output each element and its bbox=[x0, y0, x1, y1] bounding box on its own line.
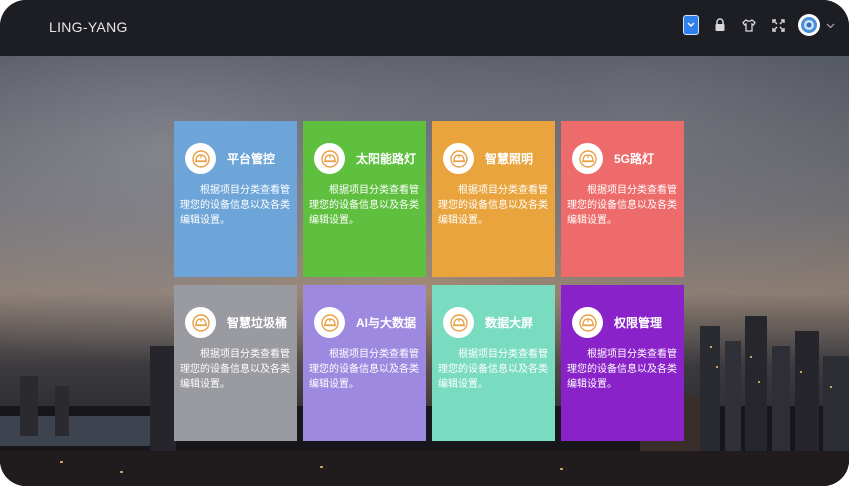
helmet-icon bbox=[314, 143, 345, 174]
avatar[interactable] bbox=[798, 14, 820, 36]
screen-icon[interactable] bbox=[681, 15, 701, 35]
brand-logo-text[interactable]: LING-YANG bbox=[49, 19, 128, 35]
chevron-down-icon[interactable] bbox=[826, 16, 835, 34]
tile-description: 根据项目分类查看管理您的设备信息以及各类编辑设置。 bbox=[309, 185, 419, 226]
fullscreen-icon[interactable] bbox=[768, 15, 788, 35]
tile-description: 根据项目分类查看管理您的设备信息以及各类编辑设置。 bbox=[438, 185, 548, 226]
tile-title: 权限管理 bbox=[614, 316, 663, 330]
shirt-icon[interactable] bbox=[739, 15, 759, 35]
tile-platform-control[interactable]: 平台管控 根据项目分类查看管理您的设备信息以及各类编辑设置。 bbox=[174, 121, 297, 277]
city-background: 平台管控 根据项目分类查看管理您的设备信息以及各类编辑设置。 太阳能路灯 根据项… bbox=[0, 56, 849, 486]
helmet-icon bbox=[185, 143, 216, 174]
helmet-icon bbox=[572, 307, 603, 338]
tile-solar-street-light[interactable]: 太阳能路灯 根据项目分类查看管理您的设备信息以及各类编辑设置。 bbox=[303, 121, 426, 277]
tile-description: 根据项目分类查看管理您的设备信息以及各类编辑设置。 bbox=[438, 349, 548, 390]
tile-smart-trash-bin[interactable]: 智慧垃圾桶 根据项目分类查看管理您的设备信息以及各类编辑设置。 bbox=[174, 285, 297, 441]
tile-title: 5G路灯 bbox=[614, 152, 655, 166]
tile-data-screen[interactable]: 数据大屏 根据项目分类查看管理您的设备信息以及各类编辑设置。 bbox=[432, 285, 555, 441]
tile-smart-lighting[interactable]: 智慧照明 根据项目分类查看管理您的设备信息以及各类编辑设置。 bbox=[432, 121, 555, 277]
tile-title: AI与大数据 bbox=[356, 316, 417, 330]
helmet-icon bbox=[572, 143, 603, 174]
tile-title: 平台管控 bbox=[227, 152, 276, 166]
tile-description: 根据项目分类查看管理您的设备信息以及各类编辑设置。 bbox=[180, 349, 290, 390]
tile-description: 根据项目分类查看管理您的设备信息以及各类编辑设置。 bbox=[567, 185, 677, 226]
tile-title: 太阳能路灯 bbox=[356, 152, 417, 166]
tile-ai-big-data[interactable]: AI与大数据 根据项目分类查看管理您的设备信息以及各类编辑设置。 bbox=[303, 285, 426, 441]
header-tools bbox=[672, 14, 835, 36]
tile-description: 根据项目分类查看管理您的设备信息以及各类编辑设置。 bbox=[309, 349, 419, 390]
tile-description: 根据项目分类查看管理您的设备信息以及各类编辑设置。 bbox=[180, 185, 290, 226]
tile-permission-management[interactable]: 权限管理 根据项目分类查看管理您的设备信息以及各类编辑设置。 bbox=[561, 285, 684, 441]
lock-icon[interactable] bbox=[710, 15, 730, 35]
tile-title: 数据大屏 bbox=[485, 316, 534, 330]
tile-5g-street-light[interactable]: 5G路灯 根据项目分类查看管理您的设备信息以及各类编辑设置。 bbox=[561, 121, 684, 277]
helmet-icon bbox=[314, 307, 345, 338]
tile-title: 智慧照明 bbox=[485, 152, 534, 166]
helmet-icon bbox=[185, 307, 216, 338]
app-window: LING-YANG 平台管控 根据项目分类查看管理您的设备信息以及各类编辑设置。… bbox=[0, 0, 849, 486]
helmet-icon bbox=[443, 307, 474, 338]
top-bar: LING-YANG bbox=[0, 0, 849, 56]
helmet-icon bbox=[443, 143, 474, 174]
tile-title: 智慧垃圾桶 bbox=[227, 316, 288, 330]
tile-description: 根据项目分类查看管理您的设备信息以及各类编辑设置。 bbox=[567, 349, 677, 390]
